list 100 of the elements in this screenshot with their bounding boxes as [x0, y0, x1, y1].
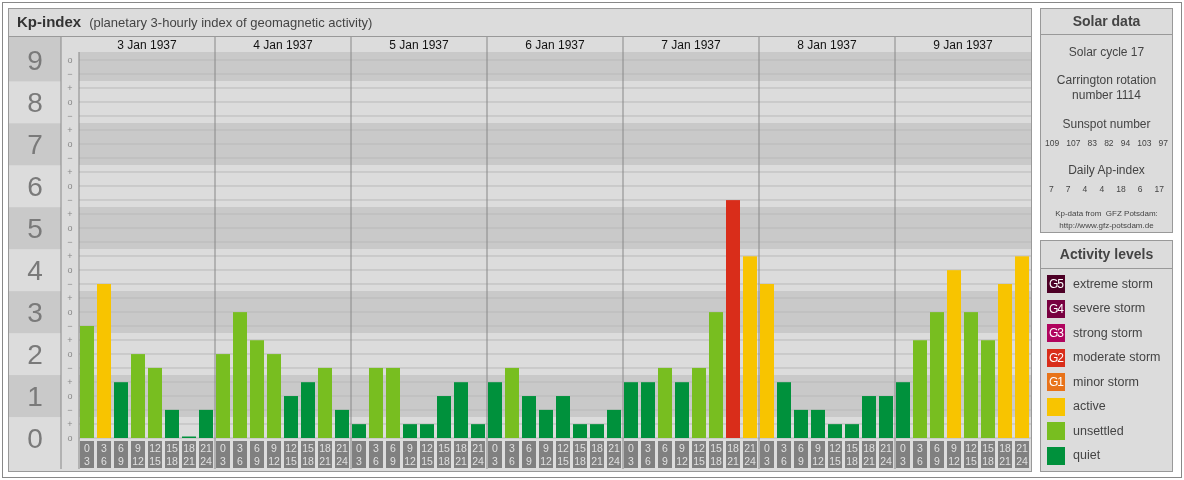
time-slot-label: 9 12 — [675, 441, 689, 468]
time-slot-label: 9 12 — [539, 441, 553, 468]
kp-bar — [437, 396, 451, 438]
sunspot-value: 94 — [1120, 136, 1131, 150]
sunspot-value: 83 — [1087, 136, 1098, 150]
x-tick-label: 0 3 — [628, 442, 635, 467]
time-slot-label: 3 6 — [641, 441, 655, 468]
x-tick-label: 3 6 — [509, 442, 516, 467]
level-label: active — [1073, 398, 1106, 416]
kp-bar — [114, 382, 128, 438]
kp-bar — [692, 367, 706, 438]
kp-bar — [454, 382, 468, 438]
kp-bar — [505, 367, 519, 438]
y-axis-label: 0 — [27, 423, 43, 454]
solar-cycle: Solar cycle 17 — [1068, 43, 1145, 61]
tick-mark-label: + — [67, 251, 73, 261]
time-slot-label: 3 6 — [369, 441, 383, 468]
time-slot-label: 12 15 — [420, 441, 434, 468]
kp-bar — [403, 424, 417, 438]
kp-bar — [284, 396, 298, 438]
level-label: unsettled — [1073, 422, 1124, 440]
kp-bar — [386, 367, 400, 438]
tick-mark-label: o — [67, 349, 73, 359]
time-slot-label: 6 9 — [658, 441, 672, 468]
kp-bar — [896, 382, 910, 438]
date-header: 7 Jan 1937 — [661, 38, 721, 52]
chart-subtitle: (planetary 3-hourly index of geomagnetic activity) — [89, 13, 373, 32]
sunspot-label: Sunspot number — [1062, 115, 1151, 133]
tick-mark-label: o — [67, 391, 73, 401]
tick-mark-label: + — [67, 125, 73, 135]
x-tick-label: 0 3 — [84, 442, 91, 467]
kp-bar — [658, 367, 672, 438]
time-slot-label: 15 18 — [981, 441, 995, 468]
tick-mark-label: − — [67, 279, 73, 289]
kp-bar — [862, 396, 876, 438]
chart-title: Kp-index — [17, 12, 82, 33]
kp-bar — [199, 409, 213, 438]
tick-mark-label: − — [67, 195, 73, 205]
x-tick-label: 0 3 — [492, 442, 499, 467]
tick-mark-label: − — [67, 321, 73, 331]
tick-mark-label: + — [67, 209, 73, 219]
time-slot-label: 12 15 — [964, 441, 978, 468]
level-badge: G4 — [1047, 299, 1065, 318]
sunspot-value: 82 — [1104, 136, 1114, 150]
time-slot-label: 12 15 — [692, 441, 706, 468]
kp-bar — [301, 382, 315, 438]
sunspot-value: 103 — [1137, 136, 1152, 150]
time-slot-label: 18 21 — [454, 441, 468, 468]
time-slot-label: 21 24 — [471, 441, 485, 468]
time-slot-label: 18 21 — [318, 441, 332, 468]
time-slot-label: 12 15 — [556, 441, 570, 468]
time-slot-label: 6 9 — [794, 441, 808, 468]
tick-mark-label: + — [67, 377, 73, 387]
level-label: moderate storm — [1073, 349, 1161, 367]
x-tick-label: 3 6 — [645, 442, 652, 467]
kp-bar — [845, 424, 859, 438]
time-slot-label: 0 3 — [896, 441, 910, 468]
time-slot-label: 0 3 — [624, 441, 638, 468]
tick-mark-label: + — [67, 167, 73, 177]
time-slot-label: 6 9 — [930, 441, 944, 468]
y-axis-label: 2 — [27, 339, 43, 371]
tick-mark-label: + — [67, 335, 73, 345]
tick-mark-label: − — [67, 153, 73, 163]
ap-index-value: 4 — [1082, 183, 1088, 196]
level-label: minor storm — [1073, 373, 1139, 391]
x-tick-label: 0 3 — [356, 442, 363, 467]
kp-bar — [165, 409, 179, 438]
tick-mark-label: + — [67, 419, 73, 429]
time-slot-label: 12 15 — [284, 441, 298, 468]
time-slot-label: 3 6 — [97, 441, 111, 468]
x-tick-label: 3 6 — [373, 442, 380, 467]
ap-index-label: Daily Ap-index — [1068, 162, 1145, 180]
x-tick-label: 3 6 — [101, 442, 108, 467]
time-slot-label: 0 3 — [488, 441, 502, 468]
time-slot-label: 21 24 — [335, 441, 349, 468]
tick-mark-label: o — [67, 433, 73, 443]
tick-mark-label: o — [67, 97, 73, 107]
kp-bar — [522, 396, 536, 438]
tick-mark-label: o — [67, 265, 73, 275]
y-axis-label: 1 — [27, 381, 43, 413]
y-axis-label: 6 — [27, 171, 43, 203]
date-header: 8 Jan 1937 — [797, 38, 857, 52]
kp-bar — [590, 424, 604, 438]
source-link[interactable]: http://www.gfz-potsdam.de — [1059, 220, 1154, 232]
date-header: 3 Jan 1937 — [117, 38, 177, 52]
time-slot-label: 0 3 — [80, 441, 94, 468]
time-slot-label: 21 24 — [879, 441, 893, 468]
time-slot-label: 15 18 — [301, 441, 315, 468]
kp-bar — [777, 382, 791, 438]
level-label: extreme storm — [1073, 275, 1153, 293]
tick-mark-label: − — [67, 363, 73, 373]
y-axis-label: 4 — [27, 255, 43, 287]
sunspot-value: 109 — [1045, 136, 1060, 150]
ap-index-value: 6 — [1137, 183, 1143, 196]
sunspot-value: 107 — [1066, 136, 1081, 150]
level-label: severe storm — [1073, 300, 1146, 318]
time-slot-label: 15 18 — [165, 441, 179, 468]
time-slot-label: 18 21 — [590, 441, 604, 468]
tick-mark-label: − — [67, 237, 73, 247]
kp-bar — [794, 409, 808, 438]
